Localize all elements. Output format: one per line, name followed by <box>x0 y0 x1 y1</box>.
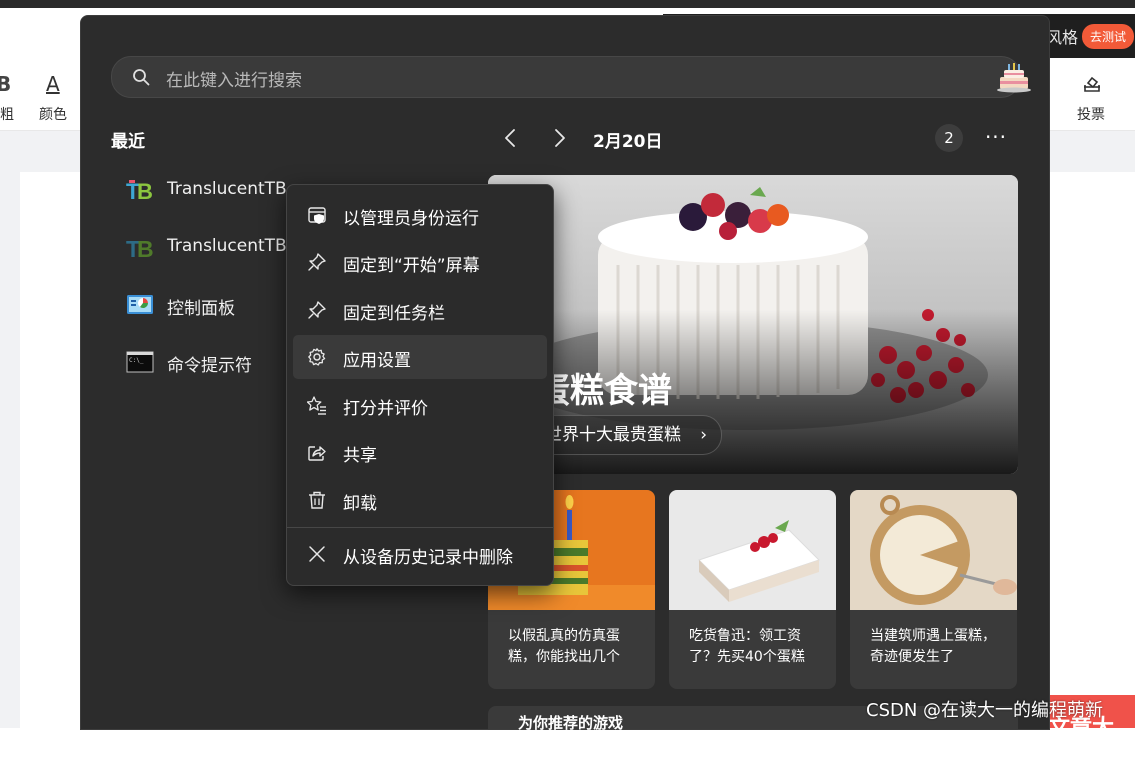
bold-glyph[interactable]: B <box>0 72 11 96</box>
news-card[interactable]: 当建筑师遇上蛋糕，奇迹便发生了 <box>850 490 1017 689</box>
highlight-date: 2月20日 <box>593 132 663 152</box>
menu-item-label: 以管理员身份运行 <box>343 209 479 229</box>
menu-item-remove-history[interactable]: 从设备历史记录中删除 <box>293 532 547 576</box>
hero-card[interactable]: 蛋糕食谱 世界十大最贵蛋糕 › <box>488 175 1018 474</box>
menu-item-pin-start[interactable]: 固定到“开始”屏幕 <box>293 240 547 284</box>
games-section-title: 为你推荐的游戏 <box>518 714 624 732</box>
chevron-right-icon: › <box>700 425 707 445</box>
card-image-pastry <box>669 490 836 610</box>
chevron-right-icon[interactable] <box>547 126 571 150</box>
menu-item-label: 卸载 <box>343 494 377 514</box>
editor-paper-right <box>1048 172 1135 728</box>
translucenttb-icon: T B <box>126 236 154 261</box>
menu-item-uninstall[interactable]: 卸载 <box>293 478 547 522</box>
translucenttb-icon: T B <box>126 179 153 204</box>
notification-count[interactable]: 2 <box>935 124 963 152</box>
card-caption: 当建筑师遇上蛋糕，奇迹便发生了 <box>870 628 996 665</box>
trash-icon <box>309 491 325 509</box>
svg-text:C:\_: C:\_ <box>129 357 144 364</box>
share-icon <box>308 446 326 461</box>
more-options-button[interactable]: ··· <box>981 122 1011 152</box>
hero-title: 蛋糕食谱 <box>536 371 672 411</box>
menu-item-label: 共享 <box>343 446 377 466</box>
svg-text:B: B <box>137 236 154 261</box>
vote-label[interactable]: 投票 <box>1077 104 1105 124</box>
menu-item-pin-taskbar[interactable]: 固定到任务栏 <box>293 288 547 332</box>
close-icon <box>309 546 325 562</box>
font-color-label[interactable]: 颜色 <box>39 104 67 124</box>
recent-title: 最近 <box>111 132 145 152</box>
menu-item-label: 固定到任务栏 <box>343 304 445 324</box>
style-text: 风格 <box>1046 28 1079 47</box>
shield-run-icon <box>308 207 326 224</box>
test-button[interactable]: 去测试 <box>1082 24 1135 49</box>
card-image-tart <box>850 490 1017 610</box>
menu-separator <box>287 527 553 528</box>
pin-icon <box>308 253 326 271</box>
pin-icon <box>308 301 326 319</box>
svg-text:B: B <box>137 179 153 204</box>
start-menu: 在此键入进行搜索 最近 T B TranslucentTB T B Transl… <box>80 15 1050 732</box>
command-prompt-icon: C:\_ <box>126 351 154 373</box>
card-caption: 吃货鲁迅：领工资了？先买40个蛋糕 <box>689 628 805 665</box>
app-label: TranslucentTB <box>167 236 287 256</box>
context-menu: 以管理员身份运行 固定到“开始”屏幕 固定到任务栏 应用设置 打分并评价 共享 … <box>286 184 554 586</box>
app-label: TranslucentTB <box>167 179 287 199</box>
bold-label[interactable]: 粗 <box>0 104 14 124</box>
menu-item-label: 打分并评价 <box>343 399 428 419</box>
watermark: CSDN @在读大一的编程萌新 <box>866 700 1104 721</box>
chevron-left-icon[interactable] <box>499 126 523 150</box>
menu-item-label: 从设备历史记录中删除 <box>343 548 513 568</box>
control-panel-icon <box>127 295 153 314</box>
gear-icon <box>308 348 326 366</box>
hero-link-label: 世界十大最贵蛋糕 <box>545 425 681 445</box>
search-icon <box>133 69 150 86</box>
search-box[interactable]: 在此键入进行搜索 <box>111 56 1031 98</box>
window-top-strip <box>0 0 1135 8</box>
search-placeholder: 在此键入进行搜索 <box>166 71 302 91</box>
cake-icon[interactable] <box>994 61 1034 93</box>
menu-item-app-settings[interactable]: 应用设置 <box>293 335 547 379</box>
star-list-icon <box>307 396 326 415</box>
font-color-glyph[interactable]: A <box>46 72 60 96</box>
menu-item-label: 应用设置 <box>343 351 411 371</box>
card-caption: 以假乱真的仿真蛋糕，你能找出几个 <box>508 628 620 665</box>
menu-item-share[interactable]: 共享 <box>293 430 547 474</box>
app-label: 控制面板 <box>167 299 235 319</box>
vote-icon[interactable] <box>1082 74 1102 94</box>
menu-item-rate-review[interactable]: 打分并评价 <box>293 383 547 427</box>
menu-item-label: 固定到“开始”屏幕 <box>343 256 480 276</box>
news-card[interactable]: 吃货鲁迅：领工资了？先买40个蛋糕 <box>669 490 836 689</box>
menu-item-run-as-admin[interactable]: 以管理员身份运行 <box>293 193 547 237</box>
app-label: 命令提示符 <box>167 356 252 376</box>
